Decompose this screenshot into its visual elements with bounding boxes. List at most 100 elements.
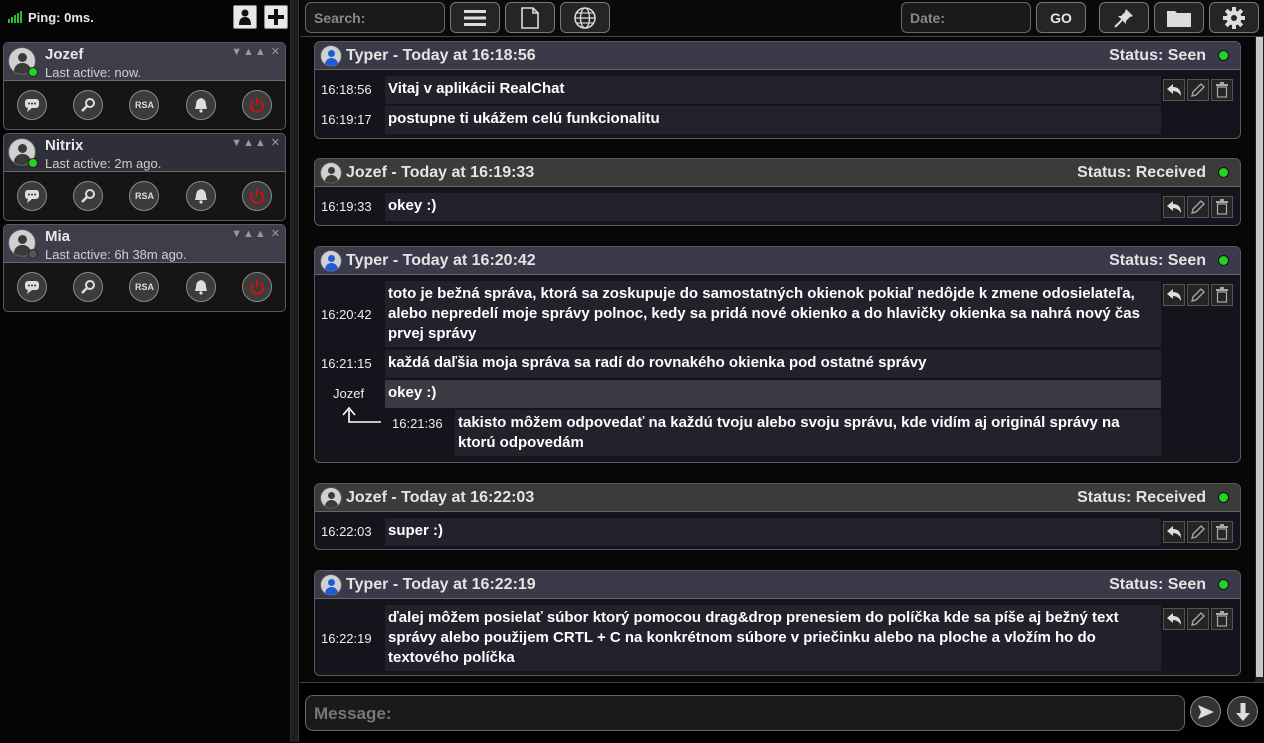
group-title: Typer - Today at 16:22:19 — [346, 576, 536, 593]
delete-button[interactable] — [1211, 284, 1233, 306]
reply-button[interactable] — [1163, 196, 1185, 218]
notification-button[interactable] — [185, 272, 216, 302]
ping-indicator: Ping: 0ms. — [8, 7, 94, 27]
message-group: Typer - Today at 16:18:56 Status: Seen 1… — [314, 41, 1241, 139]
contact-window-controls[interactable]: ▼▲▲ ✕ — [231, 136, 281, 149]
menu-button[interactable] — [450, 2, 500, 33]
chat-bubble-icon — [25, 190, 40, 203]
key-button[interactable] — [73, 272, 104, 302]
reply-button[interactable] — [1163, 608, 1185, 630]
message-text: ďalej môžem posielať súbor ktorý pomocou… — [385, 605, 1161, 671]
chat-button[interactable] — [17, 181, 48, 211]
sidebar-resize-handle[interactable] — [290, 0, 299, 742]
quoted-message[interactable]: okey :) — [385, 380, 1161, 408]
reply-arrow-icon — [342, 406, 381, 423]
document-icon — [521, 6, 539, 29]
reply-icon — [1167, 289, 1181, 301]
contacts-sidebar: Ping: 0ms. Jozef Last active: now. ▼▲▲ ✕… — [0, 0, 290, 742]
reply-button[interactable] — [1163, 284, 1185, 306]
key-icon — [81, 189, 96, 203]
contact-header[interactable]: Mia Last active: 6h 38m ago. ▼▲▲ ✕ — [4, 225, 285, 263]
status-indicator — [1218, 255, 1229, 266]
bell-icon — [194, 280, 207, 295]
chat-button[interactable] — [17, 90, 48, 120]
profile-button[interactable] — [233, 5, 257, 29]
status-indicator — [1218, 167, 1229, 178]
trash-icon — [1216, 611, 1228, 627]
message-group-header: Jozef - Today at 16:22:03 Status: Receiv… — [315, 484, 1240, 512]
typer-avatar — [320, 574, 342, 596]
key-button[interactable] — [73, 90, 104, 120]
date-input[interactable]: Date: — [901, 2, 1031, 33]
edit-button[interactable] — [1187, 196, 1209, 218]
search-input[interactable]: Search: — [305, 2, 445, 33]
message-actions — [1163, 608, 1233, 630]
files-button[interactable] — [505, 2, 555, 33]
group-title: Typer - Today at 16:20:42 — [346, 252, 536, 269]
edit-button[interactable] — [1187, 79, 1209, 101]
message-actions — [1163, 521, 1233, 543]
delete-button[interactable] — [1211, 521, 1233, 543]
reply-button[interactable] — [1163, 79, 1185, 101]
reply-button[interactable] — [1163, 521, 1185, 543]
folder-icon — [1167, 10, 1191, 27]
contact-card[interactable]: Jozef Last active: now. ▼▲▲ ✕ RSA — [3, 42, 286, 130]
user-icon — [239, 9, 251, 25]
rsa-button[interactable]: RSA — [129, 90, 160, 120]
contact-header[interactable]: Nitrix Last active: 2m ago. ▼▲▲ ✕ — [4, 134, 285, 172]
trash-icon — [1216, 524, 1228, 540]
delete-button[interactable] — [1211, 196, 1233, 218]
rsa-button[interactable]: RSA — [129, 181, 160, 211]
message-text: okey :) — [385, 193, 1161, 221]
arrow-down-icon — [1235, 702, 1250, 721]
quoted-author: Jozef — [333, 386, 365, 401]
go-button[interactable]: GO — [1036, 2, 1086, 33]
key-button[interactable] — [73, 181, 104, 211]
add-contact-button[interactable] — [264, 5, 288, 29]
contact-actions: RSA — [4, 269, 285, 305]
pin-button[interactable] — [1099, 2, 1149, 33]
pencil-icon — [1191, 288, 1205, 302]
message-group: Jozef - Today at 16:22:03 Status: Receiv… — [314, 483, 1241, 550]
edit-button[interactable] — [1187, 608, 1209, 630]
message-time: 16:22:03 — [321, 524, 372, 539]
status-indicator — [1218, 579, 1229, 590]
contact-last-active: Last active: 6h 38m ago. — [45, 247, 187, 262]
contact-window-controls[interactable]: ▼▲▲ ✕ — [231, 227, 281, 240]
folder-button[interactable] — [1154, 2, 1204, 33]
send-button[interactable] — [1190, 696, 1221, 727]
message-text: toto je bežná správa, ktorá sa zoskupuje… — [385, 281, 1161, 347]
ping-label: Ping: 0ms. — [28, 9, 94, 25]
message-group: Typer - Today at 16:20:42 Status: Seen 1… — [314, 246, 1241, 463]
status-indicator — [1218, 50, 1229, 61]
trash-icon — [1216, 287, 1228, 303]
scroll-down-button[interactable] — [1227, 696, 1258, 727]
rsa-button[interactable]: RSA — [129, 272, 160, 302]
disconnect-button[interactable] — [241, 90, 272, 120]
contact-card[interactable]: Nitrix Last active: 2m ago. ▼▲▲ ✕ RSA — [3, 133, 286, 221]
contact-name: Nitrix — [45, 137, 84, 154]
delete-button[interactable] — [1211, 79, 1233, 101]
pin-icon — [1114, 8, 1133, 28]
disconnect-button[interactable] — [241, 272, 272, 302]
notification-button[interactable] — [185, 181, 216, 211]
notification-button[interactable] — [185, 90, 216, 120]
message-text: postupne ti ukážem celú funkcionalitu — [385, 106, 1161, 134]
edit-button[interactable] — [1187, 521, 1209, 543]
delete-button[interactable] — [1211, 608, 1233, 630]
message-input[interactable]: Message: — [305, 695, 1185, 731]
contact-window-controls[interactable]: ▼▲▲ ✕ — [231, 45, 281, 58]
power-icon — [249, 98, 264, 113]
pencil-icon — [1191, 525, 1205, 539]
disconnect-button[interactable] — [241, 181, 272, 211]
edit-button[interactable] — [1187, 284, 1209, 306]
contact-card[interactable]: Mia Last active: 6h 38m ago. ▼▲▲ ✕ RSA — [3, 224, 286, 312]
group-status: Status: Received — [1077, 489, 1206, 506]
settings-button[interactable] — [1209, 2, 1259, 33]
group-status: Status: Seen — [1109, 576, 1206, 593]
language-button[interactable] — [560, 2, 610, 33]
contact-header[interactable]: Jozef Last active: now. ▼▲▲ ✕ — [4, 43, 285, 81]
group-status: Status: Seen — [1109, 252, 1206, 269]
scrollbar-thumb[interactable] — [1256, 37, 1263, 677]
chat-button[interactable] — [17, 272, 48, 302]
